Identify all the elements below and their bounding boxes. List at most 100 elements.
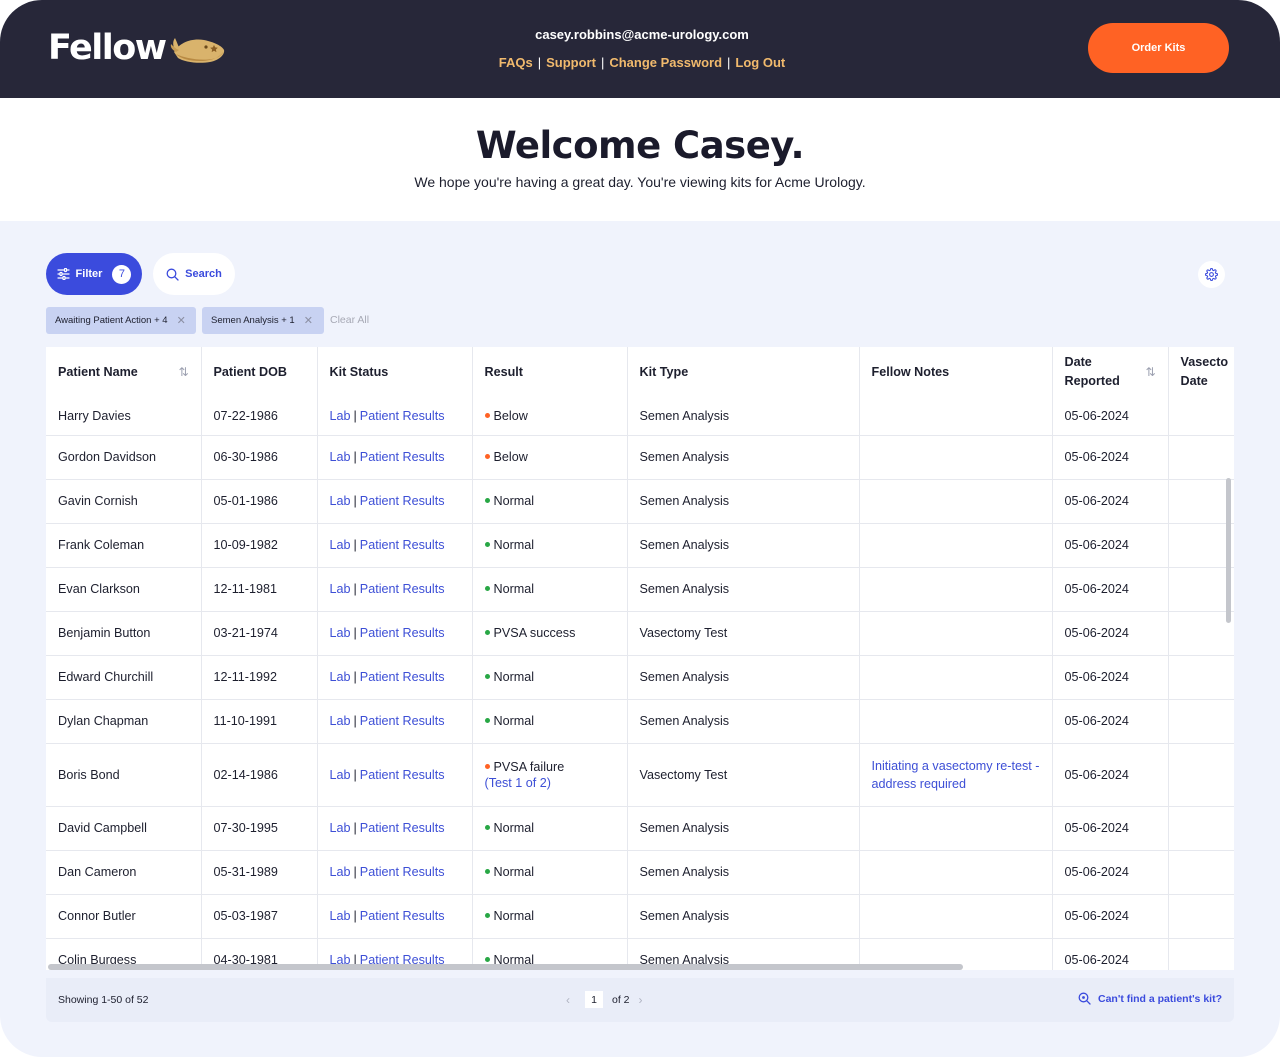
patient-name-cell: Benjamin Button	[46, 611, 201, 656]
lab-link[interactable]: Lab	[330, 670, 351, 684]
vasectomy-date-cell	[1167, 743, 1234, 807]
link-separator: |	[353, 714, 357, 728]
patient-results-link[interactable]: Patient Results	[360, 865, 445, 879]
fellow-notes-cell	[858, 850, 1052, 895]
lab-link[interactable]: Lab	[330, 626, 351, 640]
patient-results-link[interactable]: Patient Results	[360, 670, 445, 684]
patient-results-link[interactable]: Patient Results	[360, 714, 445, 728]
table-row[interactable]: Boris Bond 02-14-1986 Lab | Patient Results P…	[46, 743, 1234, 807]
vasectomy-date-cell	[1167, 435, 1234, 480]
status-dot-icon	[484, 913, 490, 919]
support-link[interactable]: Support	[546, 55, 596, 70]
table-row[interactable]: Harry Davies 07-22-1986 Lab | Patient Result…	[46, 397, 1234, 436]
table-row[interactable]: David Campbell 07-30-1995 Lab | Patient Resu…	[46, 806, 1234, 851]
patient-name-cell: Harry Davies	[46, 397, 201, 436]
lab-link[interactable]: Lab	[330, 582, 351, 596]
patient-results-link[interactable]: Patient Results	[360, 494, 445, 508]
welcome-subtitle: We hope you're having a great day. You'r…	[414, 174, 866, 190]
page-number-input[interactable]: 1	[585, 991, 603, 1008]
lab-link[interactable]: Lab	[330, 450, 351, 464]
col-vasectomy-date[interactable]: Vasecto Date	[1167, 347, 1234, 397]
vasectomy-date-cell	[1167, 397, 1234, 436]
result-value: Normal	[493, 494, 535, 508]
fellow-notes-cell	[858, 655, 1052, 700]
status-dot-icon	[484, 674, 490, 680]
result-test-count-link[interactable]: (Test 1 of 2)	[485, 776, 615, 790]
fellow-notes-cell	[858, 479, 1052, 524]
prev-page-icon[interactable]: ‹	[566, 993, 570, 1007]
patient-results-link[interactable]: Patient Results	[360, 450, 445, 464]
table-row[interactable]: Edward Churchill 12-11-1992 Lab | Patient Re…	[46, 655, 1234, 700]
patient-results-link[interactable]: Patient Results	[360, 909, 445, 923]
col-fellow-notes[interactable]: Fellow Notes	[858, 347, 1052, 397]
lab-link[interactable]: Lab	[330, 768, 351, 782]
lab-link[interactable]: Lab	[330, 865, 351, 879]
date-reported-cell: 05-06-2024	[1051, 479, 1168, 524]
table-row[interactable]: Benjamin Button 03-21-1974 Lab | Patient Res…	[46, 611, 1234, 656]
patient-results-link[interactable]: Patient Results	[360, 768, 445, 782]
patient-results-link[interactable]: Patient Results	[360, 821, 445, 835]
link-separator: |	[353, 909, 357, 923]
patient-results-link[interactable]: Patient Results	[360, 409, 445, 423]
table-row[interactable]: Evan Clarkson 12-11-1981 Lab | Patient Resul…	[46, 567, 1234, 612]
lab-link[interactable]: Lab	[330, 538, 351, 552]
link-separator: |	[353, 494, 357, 508]
lab-link[interactable]: Lab	[330, 494, 351, 508]
order-kits-button[interactable]: Order Kits	[1088, 23, 1229, 73]
table-row[interactable]: Dylan Chapman 11-10-1991 Lab | Patient Resul…	[46, 699, 1234, 744]
table-header: Patient Name ⇅ Patient DOB Kit Status Res…	[46, 347, 1234, 397]
col-result[interactable]: Result	[471, 347, 627, 397]
lab-link[interactable]: Lab	[330, 821, 351, 835]
date-reported-cell: 05-06-2024	[1051, 743, 1168, 807]
horizontal-scrollbar[interactable]	[46, 962, 1234, 970]
fellow-notes-cell	[858, 567, 1052, 612]
nav-separator: |	[600, 55, 605, 70]
vasectomy-date-cell	[1167, 611, 1234, 656]
log-out-link[interactable]: Log Out	[735, 55, 785, 70]
fellow-note-link[interactable]: Initiating a vasectomy re-test - address…	[872, 757, 1040, 793]
table-row[interactable]: Frank Coleman 10-09-1982 Lab | Patient Resul…	[46, 523, 1234, 568]
kit-status-cell: Lab | Patient Results	[316, 894, 472, 939]
sort-icon[interactable]: ⇅	[1145, 365, 1155, 379]
lab-link[interactable]: Lab	[330, 714, 351, 728]
link-separator: |	[353, 821, 357, 835]
search-button[interactable]: Search	[153, 253, 235, 295]
kit-type-cell: Semen Analysis	[626, 699, 859, 744]
patient-results-link[interactable]: Patient Results	[360, 538, 445, 552]
col-date-reported[interactable]: Date Reported ⇅	[1051, 347, 1168, 397]
table-row[interactable]: Dan Cameron 05-31-1989 Lab | Patient Results…	[46, 850, 1234, 895]
lab-link[interactable]: Lab	[330, 409, 351, 423]
clear-all-filters-link[interactable]: Clear All	[330, 314, 369, 326]
patient-name-cell: Evan Clarkson	[46, 567, 201, 612]
kit-status-cell: Lab | Patient Results	[316, 699, 472, 744]
patient-results-link[interactable]: Patient Results	[360, 582, 445, 596]
chip-remove-icon[interactable]: ✕	[177, 314, 186, 327]
col-patient-name[interactable]: Patient Name ⇅	[46, 347, 201, 397]
col-kit-type[interactable]: Kit Type	[626, 347, 859, 397]
horizontal-scrollbar-thumb[interactable]	[48, 964, 963, 970]
patient-dob-cell: 02-14-1986	[200, 743, 317, 807]
sort-icon[interactable]: ⇅	[178, 365, 188, 379]
status-dot-icon	[484, 498, 490, 504]
faqs-link[interactable]: FAQs	[499, 55, 533, 70]
app-frame: Fellow casey.robbins@acme-urology.com FA…	[0, 0, 1280, 1057]
status-dot-icon	[484, 412, 490, 418]
cant-find-kit-link[interactable]: Can't find a patient's kit?	[1078, 992, 1222, 1005]
vertical-scrollbar-thumb[interactable]	[1226, 478, 1231, 623]
patient-results-link[interactable]: Patient Results	[360, 626, 445, 640]
next-page-icon[interactable]: ›	[639, 993, 643, 1007]
col-patient-dob[interactable]: Patient DOB	[200, 347, 317, 397]
chip-remove-icon[interactable]: ✕	[304, 314, 313, 327]
table-row[interactable]: Gordon Davidson 06-30-1986 Lab | Patient Res…	[46, 435, 1234, 480]
col-kit-status[interactable]: Kit Status	[316, 347, 472, 397]
change-password-link[interactable]: Change Password	[609, 55, 722, 70]
kit-type-cell: Semen Analysis	[626, 523, 859, 568]
kits-table-container[interactable]: Patient Name ⇅ Patient DOB Kit Status Res…	[46, 347, 1234, 970]
kit-status-cell: Lab | Patient Results	[316, 523, 472, 568]
table-settings-button[interactable]	[1198, 261, 1225, 288]
fellow-notes-cell	[858, 806, 1052, 851]
lab-link[interactable]: Lab	[330, 909, 351, 923]
filter-button[interactable]: Filter 7	[46, 253, 142, 295]
table-row[interactable]: Gavin Cornish 05-01-1986 Lab | Patient Resul…	[46, 479, 1234, 524]
table-row[interactable]: Connor Butler 05-03-1987 Lab | Patient Resul…	[46, 894, 1234, 939]
